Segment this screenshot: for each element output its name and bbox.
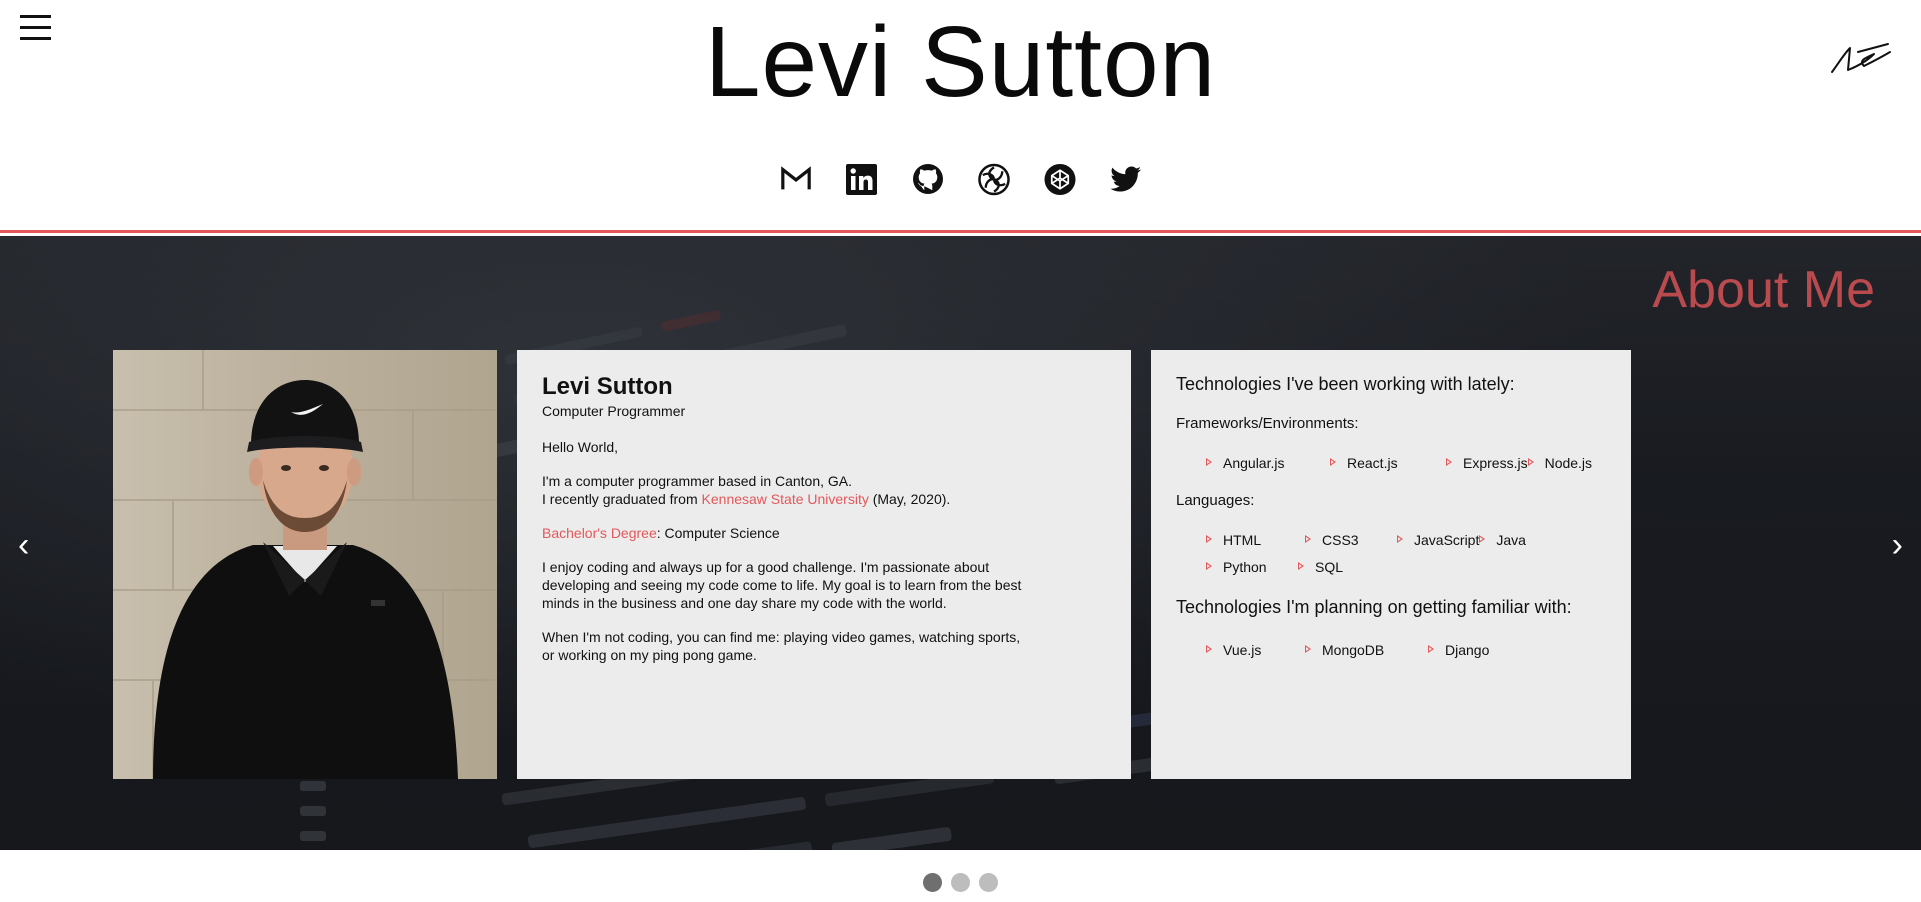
carousel-dot-3[interactable]: [979, 873, 998, 892]
list-item: JavaScript: [1397, 527, 1479, 554]
bio-role: Computer Programmer: [542, 403, 686, 419]
bio-greeting: Hello World,: [542, 439, 618, 455]
list-item: Vue.js: [1206, 637, 1305, 664]
carousel-prev-icon[interactable]: ‹: [18, 528, 29, 562]
list-item: SQL: [1298, 554, 1343, 581]
list-item: Express.js: [1446, 450, 1528, 477]
bio-name: Levi Sutton: [542, 373, 673, 400]
frameworks-list: Angular.js React.js Express.js Node.js: [1176, 450, 1606, 477]
linkedin-icon[interactable]: [846, 163, 878, 195]
carousel-dot-2[interactable]: [951, 873, 970, 892]
list-item: CSS3: [1305, 527, 1397, 554]
gmail-icon[interactable]: [780, 163, 812, 195]
list-item: MongoDB: [1305, 637, 1428, 664]
list-item: Django: [1428, 637, 1489, 664]
technologies-card: Technologies I've been working with late…: [1151, 350, 1631, 779]
site-header: Levi Sutton: [0, 0, 1921, 233]
signature-logo[interactable]: [1828, 38, 1894, 78]
bio-card: Levi Sutton Computer Programmer Hello Wo…: [517, 350, 1131, 779]
section-title: About Me: [1652, 261, 1875, 319]
degree-link[interactable]: Bachelor's Degree: [542, 525, 657, 541]
tech-current-heading: Technologies I've been working with late…: [1176, 374, 1515, 394]
languages-label: Languages:: [1176, 492, 1255, 509]
languages-list: HTML CSS3 JavaScript Java Python SQL: [1176, 527, 1606, 581]
twitter-icon[interactable]: [1109, 163, 1142, 195]
about-carousel: About Me ‹ › Levi Sutton Computer Progra…: [0, 236, 1921, 850]
degree-major: : Computer Science: [656, 525, 780, 541]
planned-list: Vue.js MongoDB Django: [1176, 637, 1606, 664]
site-title: Levi Sutton: [704, 6, 1217, 118]
carousel-indicators: [0, 873, 1921, 892]
codepen-icon[interactable]: [1043, 163, 1076, 195]
codesandbox-icon[interactable]: [977, 163, 1010, 195]
github-icon[interactable]: [912, 163, 944, 195]
list-item: Angular.js: [1206, 450, 1330, 477]
page: Levi Sutton About Me ‹ › Levi Sutton Com…: [0, 0, 1921, 902]
bio-location: I'm a computer programmer based in Canto…: [542, 473, 853, 489]
bio-education: I'm a computer programmer based in Canto…: [542, 472, 1022, 508]
social-links: [0, 163, 1921, 195]
list-item: Python: [1206, 554, 1298, 581]
list-item: React.js: [1330, 450, 1446, 477]
bio-degree: Bachelor's Degree: Computer Science: [542, 524, 1022, 542]
bio-grad-suffix: (May, 2020).: [868, 491, 951, 507]
carousel-dot-1[interactable]: [923, 873, 942, 892]
frameworks-label: Frameworks/Environments:: [1176, 415, 1359, 432]
tech-planned-heading: Technologies I'm planning on getting fam…: [1176, 597, 1572, 617]
university-link[interactable]: Kennesaw State University: [702, 491, 869, 507]
bio-paragraph-hobbies: When I'm not coding, you can find me: pl…: [542, 629, 1021, 663]
carousel-next-icon[interactable]: ›: [1892, 528, 1903, 562]
bio-grad-prefix: I recently graduated from: [542, 491, 702, 507]
list-item: Node.js: [1527, 450, 1592, 477]
profile-photo: [113, 350, 497, 779]
list-item: Java: [1479, 527, 1578, 554]
bio-paragraph-coding: I enjoy coding and always up for a good …: [542, 559, 1022, 611]
list-item: HTML: [1206, 527, 1305, 554]
